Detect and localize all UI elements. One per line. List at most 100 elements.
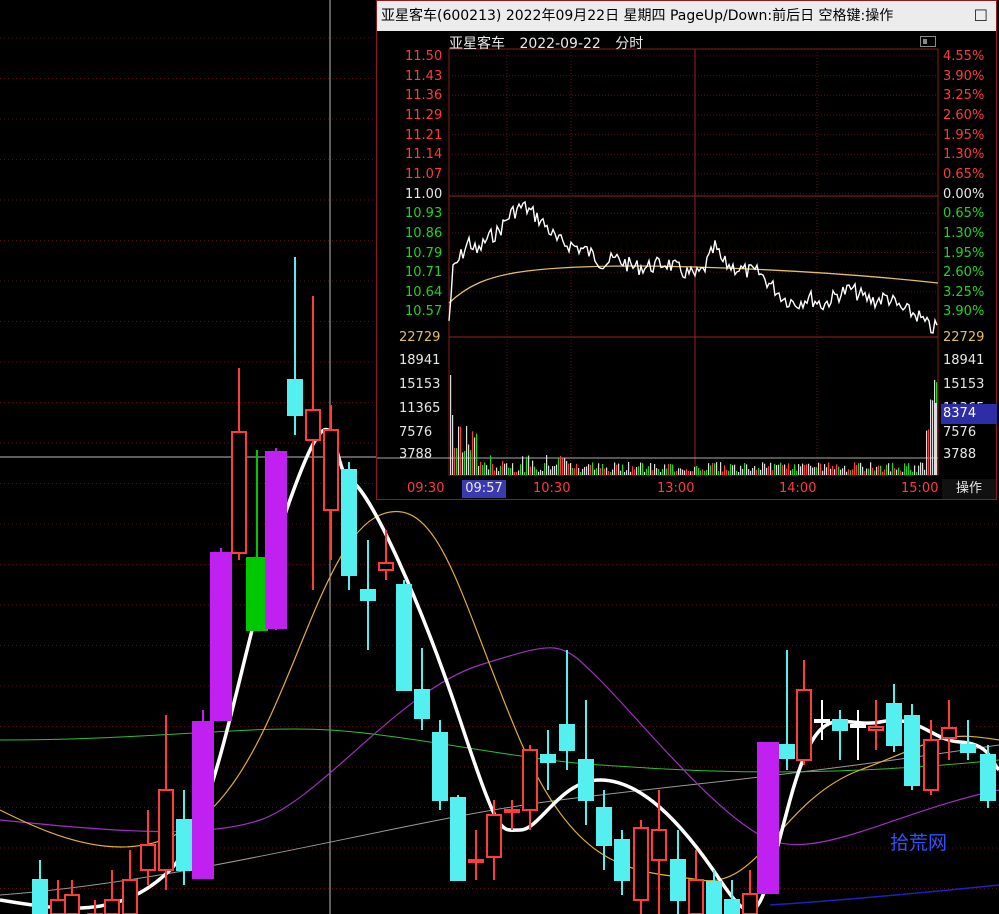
popup-title-bar[interactable]: 亚星客车(600213) 2022年09月22日 星期四 PageUp/Down… [377, 1, 996, 31]
volume-bar [452, 415, 454, 475]
toggle-panel-icon[interactable] [920, 36, 936, 47]
volume-bar [834, 469, 836, 475]
volume-bar [566, 460, 568, 475]
volume-bar [830, 468, 832, 475]
watermark-text: 拾荒网 [890, 832, 948, 854]
volume-bar [664, 464, 666, 475]
volume-bar [700, 470, 702, 475]
volume-bar [620, 470, 622, 475]
volume-bar [528, 455, 530, 475]
percent-label: 3.90% [943, 68, 985, 84]
candle-body [192, 721, 214, 879]
candle-body [850, 724, 866, 728]
candle-body [706, 881, 722, 914]
volume-bar [532, 460, 534, 475]
time-cursor-label: 09:57 [462, 480, 506, 498]
percent-label: 4.55% [943, 49, 985, 64]
volume-bar [878, 465, 880, 475]
volume-bar [524, 471, 526, 475]
volume-bar [710, 465, 712, 475]
volume-bar [704, 470, 706, 475]
volume-bar [656, 468, 658, 475]
volume-bar [854, 462, 856, 475]
candle-body [158, 789, 174, 871]
price-label: 10.86 [405, 225, 443, 241]
candle-body [614, 839, 630, 881]
percent-label: 1.95% [943, 127, 985, 143]
volume-bar [826, 467, 828, 475]
volume-bar [530, 466, 532, 475]
volume-bar [818, 462, 820, 475]
price-label: 11.00 [405, 186, 443, 202]
candle-body [504, 809, 520, 813]
volume-bar [670, 463, 672, 475]
volume-bar [652, 470, 654, 475]
volume-bar [576, 463, 578, 475]
volume-bar [770, 462, 772, 475]
volume-bar [600, 468, 602, 475]
volume-bar [712, 462, 714, 475]
candle-body [323, 429, 339, 511]
volume-bar [638, 466, 640, 475]
volume-bar [828, 462, 830, 475]
percent-label: 1.95% [943, 245, 985, 261]
volume-label: 18941 [943, 353, 985, 368]
volume-bar [508, 467, 510, 475]
price-label: 10.79 [405, 245, 443, 261]
candle-body [450, 797, 466, 881]
volume-bar [742, 468, 744, 475]
candle-body [540, 754, 556, 763]
stock-name: 亚星客车 [449, 36, 505, 52]
candle-body [832, 719, 848, 731]
volume-bar [504, 463, 506, 475]
chart-mode: 分时 [615, 36, 644, 52]
intraday-chart[interactable] [377, 1, 996, 499]
volume-bar [632, 466, 634, 475]
candle-body [886, 703, 902, 746]
volume-bar [852, 469, 854, 475]
volume-bar [782, 465, 784, 475]
volume-label: 18941 [399, 353, 441, 368]
volume-bar [668, 463, 670, 475]
volume-bar [614, 462, 616, 475]
price-label: 10.57 [405, 304, 443, 320]
volume-bar [594, 469, 596, 475]
restore-window-icon[interactable]: ☐ [974, 1, 988, 31]
volume-bar [474, 437, 476, 475]
volume-bar [628, 462, 630, 475]
volume-bar [512, 463, 514, 475]
candle-body [50, 899, 66, 914]
volume-bar [482, 464, 484, 475]
volume-bar [734, 464, 736, 475]
volume-bar [760, 469, 762, 475]
volume-bar [860, 462, 862, 475]
candle-body [522, 749, 538, 811]
volume-bar [464, 450, 466, 475]
intraday-popup-window[interactable]: 亚星客车(600213) 2022年09月22日 星期四 PageUp/Down… [376, 0, 997, 500]
operate-button[interactable]: 操作 [942, 479, 996, 499]
volume-cursor-value: 8374 [941, 404, 997, 424]
volume-bar [752, 468, 754, 475]
volume-bar [802, 463, 804, 475]
volume-bar [568, 463, 570, 475]
volume-bar [604, 468, 606, 475]
candle-body [904, 715, 920, 786]
price-label: 10.93 [405, 206, 443, 222]
volume-label: 7576 [943, 425, 977, 440]
percent-label: 3.25% [943, 284, 985, 300]
volume-bar [684, 470, 686, 475]
time-label: 10:30 [533, 481, 571, 496]
volume-bar [488, 469, 490, 475]
volume-bar [468, 444, 470, 475]
volume-bar [552, 466, 554, 475]
volume-bar [476, 433, 478, 475]
price-label: 11.36 [405, 88, 443, 104]
volume-bar [612, 469, 614, 475]
percent-label: 3.25% [943, 88, 985, 104]
candle-body [670, 859, 686, 901]
volume-bar [862, 466, 864, 475]
volume-bar [822, 470, 824, 475]
candle-body [122, 879, 138, 914]
volume-bar [560, 455, 562, 475]
volume-bar [728, 470, 730, 475]
